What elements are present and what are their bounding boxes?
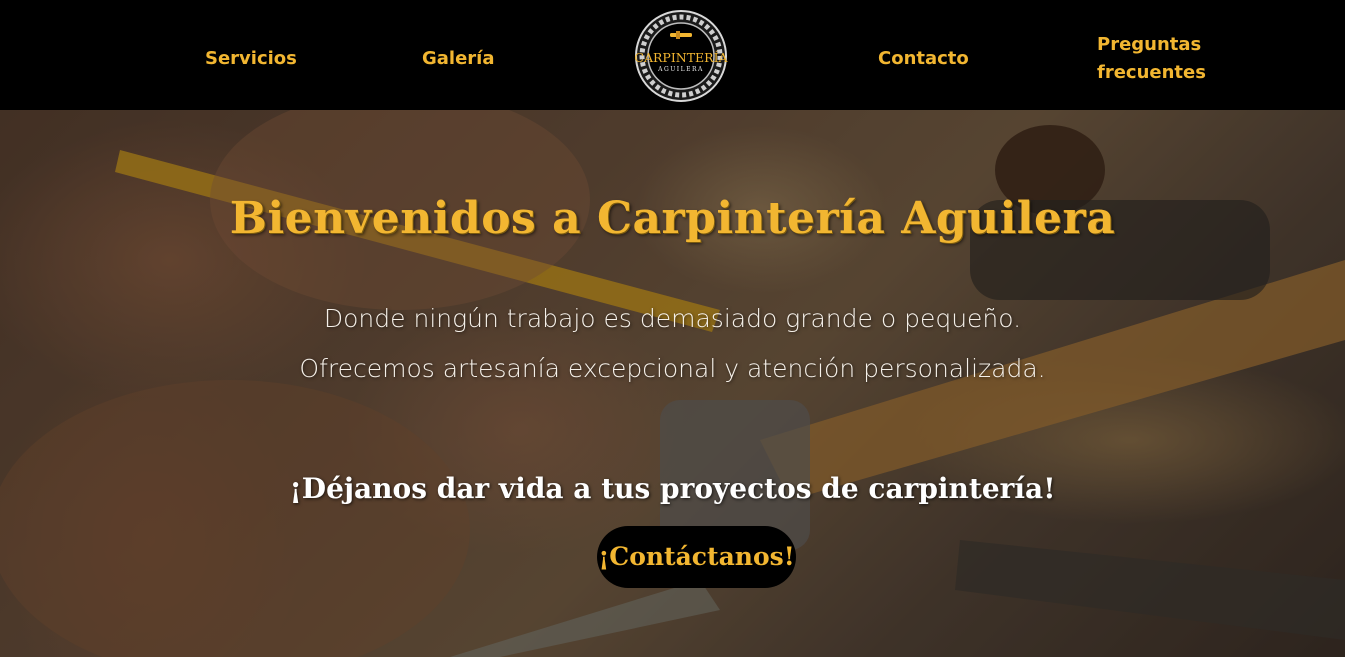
nav-link-preguntas-frecuentes[interactable]: Preguntas frecuentes <box>1097 31 1207 87</box>
logo-sub-text: AGUILERA <box>658 66 704 73</box>
contact-us-button[interactable]: ¡Contáctanos! <box>597 526 796 588</box>
nav-link-galeria[interactable]: Galería <box>422 45 495 73</box>
nav-link-contacto[interactable]: Contacto <box>878 45 969 73</box>
hero-section: Bienvenidos a Carpintería Aguilera Donde… <box>0 110 1345 657</box>
logo[interactable]: CARPINTERÍA AGUILERA <box>634 9 728 103</box>
nav-link-servicios[interactable]: Servicios <box>205 45 297 73</box>
logo-main-text: CARPINTERÍA <box>634 50 728 65</box>
top-navbar: Servicios Galería CARPINTERÍA AGUILERA C… <box>0 0 1345 110</box>
hero-description-line-2: Ofrecemos artesanía excepcional y atenci… <box>299 354 1046 383</box>
hero-cta-text: ¡Déjanos dar vida a tus proyectos de car… <box>289 472 1056 505</box>
hero-title: Bienvenidos a Carpintería Aguilera <box>229 193 1116 244</box>
hero-description-line-1: Donde ningún trabajo es demasiado grande… <box>323 304 1022 333</box>
